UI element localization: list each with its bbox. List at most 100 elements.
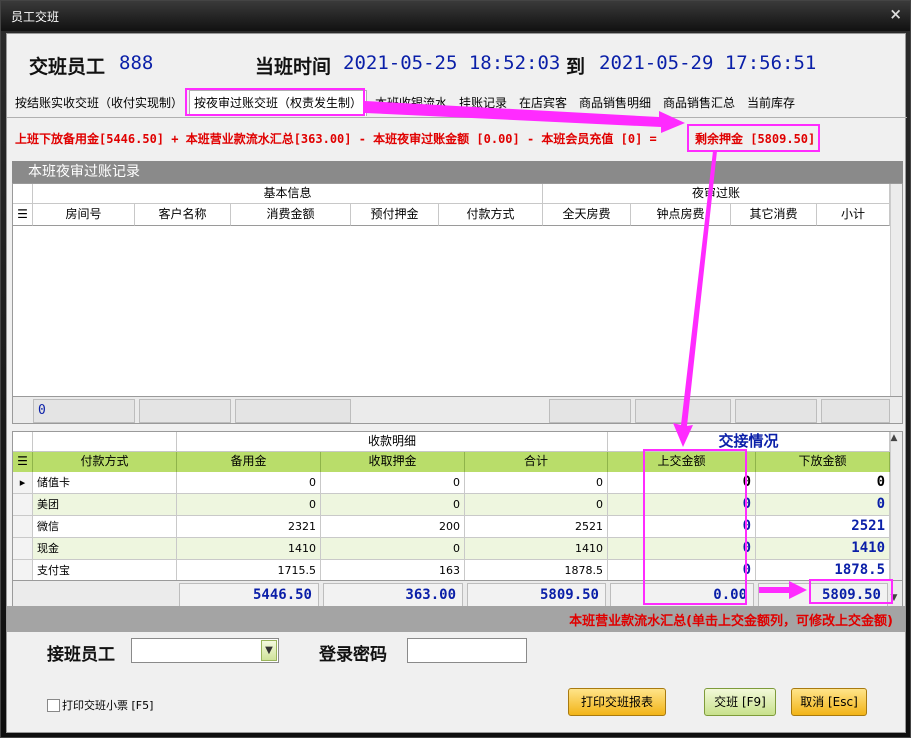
tab-credit-records[interactable]: 挂账记录 (455, 92, 511, 114)
handover-panel: 接班员工 ▼ 登录密码 打印交班小票 [F5] 打印交班报表 交班 [F9] 取… (7, 632, 905, 732)
tab-goods-sales-summary[interactable]: 商品销售汇总 (659, 92, 739, 114)
col-release-amount: 下放金额 (756, 452, 890, 472)
cell-reserve: 1410 (177, 538, 321, 560)
shift-handover-window: 员工交班 × 交班员工 888 当班时间 2021-05-25 18:52:03… (0, 0, 911, 738)
cell-release: 0 (756, 494, 890, 516)
tab-goods-sales-detail[interactable]: 商品销售明细 (575, 92, 655, 114)
row-indicator (13, 538, 33, 560)
cell-release: 1878.5 (756, 560, 890, 582)
tab-cash-basis[interactable]: 按结账实收交班（收付实现制） (11, 92, 187, 114)
close-icon[interactable]: × (889, 5, 902, 23)
summary-note: 本班营业款流水汇总(单击上交金额列，可修改上交金额) (569, 614, 893, 629)
cell-reserve: 2321 (177, 516, 321, 538)
col-customer-name: 客户名称 (135, 204, 231, 226)
footer-cell (549, 399, 631, 423)
total-reserve: 5446.50 (179, 583, 319, 607)
staff-label: 交班员工 (29, 56, 106, 78)
cell-method: 微信 (33, 516, 177, 538)
col-full-day-rate: 全天房费 (543, 204, 631, 226)
print-ticket-checkbox[interactable] (47, 699, 60, 712)
cell-reserve: 0 (177, 472, 321, 494)
col-payment-method: 付款方式 (33, 452, 177, 472)
shift-start-time: 2021-05-25 18:52:03 (343, 52, 561, 74)
cell-release: 2521 (756, 516, 890, 538)
row-indicator (13, 516, 33, 538)
col-submit-amount[interactable]: 上交金额 (608, 452, 756, 472)
cell-submit[interactable]: 0 (608, 494, 756, 516)
tab-accrual-basis[interactable]: 按夜审过账交班（权责发生制） (189, 90, 368, 116)
night-audit-grid[interactable]: 基本信息 夜审过账 ☰ 房间号 客户名称 消费金额 预付押金 付款方式 全天房费… (12, 183, 903, 423)
footer-cell (235, 399, 351, 423)
tab-current-stock[interactable]: 当前库存 (743, 92, 799, 114)
scroll-up-icon[interactable]: ▲ (888, 433, 900, 445)
staff-value: 888 (119, 52, 154, 74)
print-report-button[interactable]: 打印交班报表 (568, 688, 666, 716)
cell-submit[interactable]: 0 (608, 538, 756, 560)
group-payment-detail: 收款明细 (177, 432, 608, 452)
table-row[interactable]: 现金 1410 0 1410 0 1410 (13, 538, 890, 560)
cell-method: 支付宝 (33, 560, 177, 582)
handover-button[interactable]: 交班 [F9] (704, 688, 776, 716)
cancel-button[interactable]: 取消 [Esc] (791, 688, 867, 716)
password-field[interactable] (407, 638, 527, 663)
cell-total: 0 (465, 494, 608, 516)
col-prepaid-deposit: 预付押金 (351, 204, 439, 226)
corner-cell (13, 184, 33, 204)
group-basic-info: 基本信息 (33, 184, 543, 204)
corner-cell (13, 432, 33, 452)
col-other-consumption: 其它消费 (731, 204, 817, 226)
payment-totals: 5446.50 363.00 5809.50 0.00 5809.50 ▼ (12, 580, 903, 608)
total-submit: 0.00 (610, 583, 754, 607)
cell-method: 美团 (33, 494, 177, 516)
grid-menu-icon[interactable]: ☰ (13, 452, 33, 472)
col-total: 合计 (465, 452, 608, 472)
cell-method: 储值卡 (33, 472, 177, 494)
footer-cell (635, 399, 731, 423)
cell-submit[interactable]: 0 (608, 560, 756, 582)
shift-time-label: 当班时间 (255, 56, 332, 78)
footer-cell (821, 399, 890, 423)
dialog-body: 交班员工 888 当班时间 2021-05-25 18:52:03 到 2021… (6, 33, 907, 733)
chevron-down-icon[interactable]: ▼ (261, 640, 277, 661)
cell-submit[interactable]: 0 (608, 472, 756, 494)
tab-in-house-guests[interactable]: 在店宾客 (515, 92, 571, 114)
night-audit-footer: 0 (12, 396, 903, 424)
print-ticket-label[interactable]: 打印交班小票 [F5] (62, 697, 153, 713)
cell-deposit: 163 (321, 560, 465, 582)
current-row-indicator: ▸ (13, 472, 33, 494)
title-bar[interactable]: 员工交班 × (1, 1, 910, 31)
tab-cashier-flow[interactable]: 本班收银流水 (371, 92, 451, 114)
table-row[interactable]: 支付宝 1715.5 163 1878.5 0 1878.5 (13, 560, 890, 582)
footer-count: 0 (33, 399, 135, 423)
grid-scrollbar[interactable] (890, 184, 902, 422)
row-indicator (13, 494, 33, 516)
formula-text: 上班下放备用金[5446.50] + 本班营业款流水汇总[363.00] - 本… (15, 132, 657, 146)
remaining-deposit: 剩余押金 [5809.50] (695, 132, 816, 146)
cell-reserve: 1715.5 (177, 560, 321, 582)
scroll-down-icon[interactable]: ▼ (888, 593, 900, 605)
tab-divider (7, 117, 907, 118)
window-title: 员工交班 (11, 10, 60, 24)
cell-total: 0 (465, 472, 608, 494)
footer-cell (139, 399, 231, 423)
col-consumption: 消费金额 (231, 204, 351, 226)
cell-total: 1878.5 (465, 560, 608, 582)
receiver-select[interactable]: ▼ (131, 638, 279, 663)
blank-group-cell (33, 432, 177, 452)
password-label: 登录密码 (319, 645, 387, 665)
col-subtotal: 小计 (817, 204, 890, 226)
cell-total: 1410 (465, 538, 608, 560)
cell-submit[interactable]: 0 (608, 516, 756, 538)
col-reserve-fund: 备用金 (177, 452, 321, 472)
cell-total: 2521 (465, 516, 608, 538)
table-row[interactable]: 美团 0 0 0 0 0 (13, 494, 890, 516)
shift-to-label: 到 (566, 56, 586, 78)
table-row[interactable]: ▸ 储值卡 0 0 0 0 0 (13, 472, 890, 494)
grid-menu-icon[interactable]: ☰ (13, 204, 33, 226)
total-sum: 5809.50 (467, 583, 606, 607)
table-row[interactable]: 微信 2321 200 2521 0 2521 (13, 516, 890, 538)
shift-header: 交班员工 888 当班时间 2021-05-25 18:52:03 到 2021… (7, 48, 907, 80)
balance-formula: 上班下放备用金[5446.50] + 本班营业款流水汇总[363.00] - 本… (15, 130, 895, 150)
total-release: 5809.50 (758, 583, 888, 607)
cell-deposit: 0 (321, 494, 465, 516)
